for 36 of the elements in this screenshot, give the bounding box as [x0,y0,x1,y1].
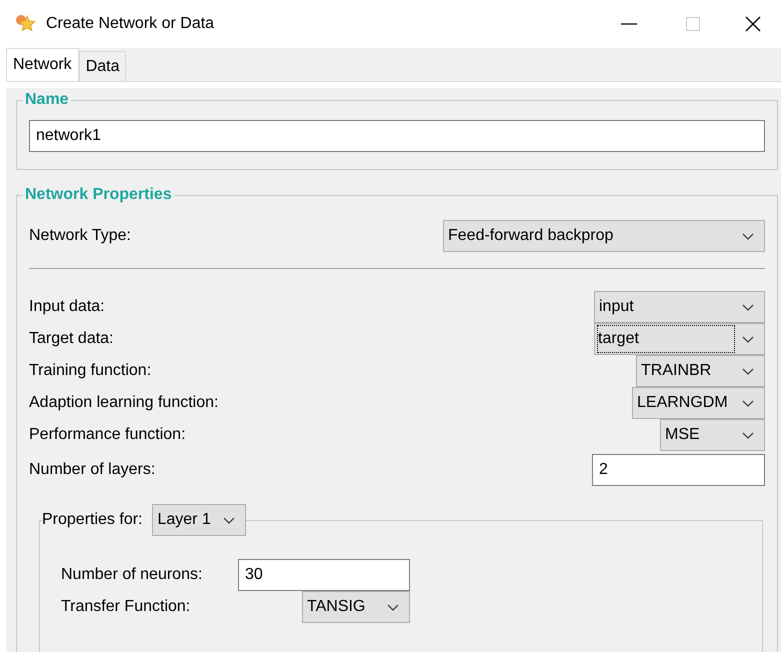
dropdown[interactable]: input [594,291,765,323]
field-label: Network Type: [29,226,131,246]
field-label: Training function: [29,361,152,381]
group-title: Network Properties [23,185,174,205]
chevron-down-icon [742,400,754,406]
dropdown[interactable]: target [594,323,765,355]
chevron-down-icon [742,336,754,342]
dropdown[interactable]: Feed-forward backprop [443,220,765,252]
field-label: Adaption learning function: [29,393,218,413]
input-field[interactable]: 2 [592,454,765,486]
field-label: Number of neurons: [61,565,204,585]
maximize-icon [686,17,700,31]
dropdown[interactable]: MSE [660,419,765,451]
field-label: Performance function: [29,425,186,445]
chevron-down-icon [742,368,754,374]
tab[interactable]: Data [78,51,126,81]
tab[interactable]: Network [6,48,79,81]
dropdown[interactable]: LEARNGDM [632,387,765,419]
field-label: Target data: [29,329,114,349]
chevron-down-icon [742,304,754,310]
chevron-down-icon [742,232,754,240]
name-field[interactable]: network1 [29,120,765,152]
chevron-down-icon [223,516,236,524]
chevron-down-icon [742,432,754,438]
chevron-down-icon [387,604,399,610]
dropdown[interactable]: Layer 1 [152,504,246,536]
dropdown[interactable]: TRAINBR [636,355,765,387]
group-title: Properties for: [42,510,152,530]
field-label: Number of layers: [29,460,156,480]
dropdown[interactable]: TANSIG [302,591,410,623]
minimize-icon [621,23,637,25]
field-label: Transfer Function: [61,597,192,617]
input-field[interactable]: 30 [238,559,410,591]
close-icon [745,16,761,32]
window-title: Create Network or Data [46,14,214,34]
field-label: Input data: [29,297,105,317]
